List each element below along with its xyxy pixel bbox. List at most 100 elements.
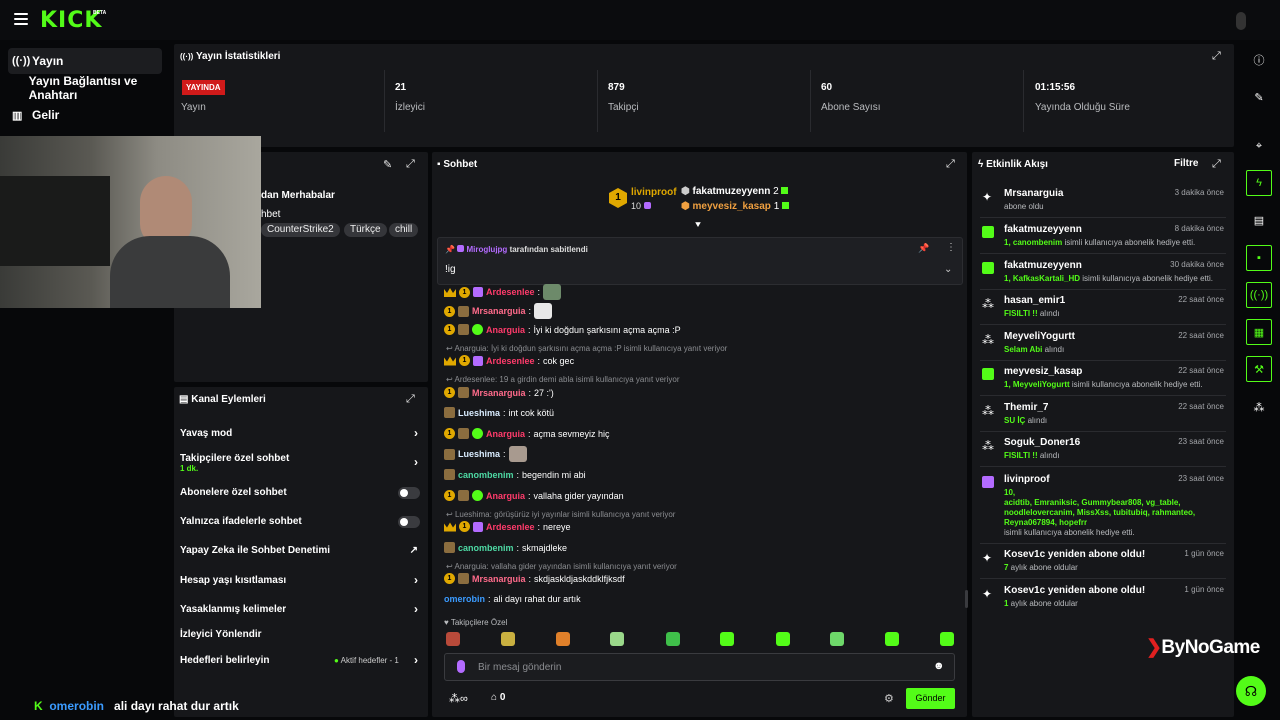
leaderboard-entry[interactable]: ⬢ meyvesiz_kasap 1: [681, 201, 790, 212]
unpin-icon[interactable]: 📌: [918, 243, 929, 254]
reply-context: ↩ Lueshima: görüşürüz iyi yayınlar isiml…: [446, 510, 676, 519]
lightning-icon[interactable]: ϟ: [1246, 170, 1272, 196]
sub-badge: [457, 245, 465, 252]
filter-button[interactable]: Filtre: [1174, 158, 1198, 169]
tag: Türkçe: [344, 223, 387, 237]
verified-badge: [472, 428, 483, 439]
stat-label: Takipçi: [608, 102, 639, 113]
sub-badge: [473, 287, 483, 297]
support-button[interactable]: ☊: [1236, 676, 1266, 706]
feed-item: ✦ Kosev1c yeniden abone oldu! 1 gün önce…: [982, 585, 1224, 608]
emote[interactable]: [666, 632, 680, 646]
emote[interactable]: [776, 632, 790, 646]
action-banned-words[interactable]: Yasaklanmış kelimeler ›: [180, 602, 422, 618]
username: omerobin: [444, 594, 486, 604]
action-follower-only[interactable]: Takipçilere özel sohbet 1 dk. ›: [180, 453, 422, 475]
sub-badge: [458, 387, 469, 398]
feed-item: livinproof 23 saat önce 10, acidtib, Emr…: [980, 474, 1226, 544]
points-icon[interactable]: ⁂: [1246, 394, 1272, 420]
chevron-down-icon[interactable]: ⌄: [944, 264, 952, 275]
wrench-icon[interactable]: ⚒: [1246, 356, 1272, 382]
rank-icon: ⬢: [681, 201, 690, 212]
chat-input-placeholder: Bir mesaj gönderin: [478, 662, 562, 673]
chat-message: canombenim: skmajdleke: [444, 542, 567, 553]
gift-icon: [782, 202, 790, 209]
nav-item-gelir[interactable]: ▥ Gelir: [8, 102, 162, 128]
emote: [534, 303, 553, 319]
expand-icon[interactable]: ⤢: [1212, 50, 1221, 63]
verified-badge: [472, 490, 483, 501]
edit-icon[interactable]: ✎: [383, 158, 392, 171]
emote-only-toggle[interactable]: [398, 516, 420, 528]
send-button[interactable]: Gönder: [906, 688, 955, 709]
sub-badge: [444, 407, 455, 418]
emote[interactable]: [830, 632, 844, 646]
gift-badge: 1: [444, 387, 455, 398]
avatar[interactable]: [1236, 12, 1246, 30]
chest-icon[interactable]: ⌂ 0: [491, 692, 505, 703]
emote[interactable]: [940, 632, 954, 646]
expand-icon[interactable]: ⤢: [946, 158, 955, 171]
expand-icon[interactable]: ⤢: [1212, 158, 1221, 171]
gift-icon: [982, 476, 994, 488]
gift-badge: 1: [444, 573, 455, 584]
panel-icon[interactable]: ▦: [1246, 319, 1272, 345]
focus-icon[interactable]: ⌖: [1246, 133, 1272, 159]
broadcast-icon[interactable]: ((·)): [1246, 282, 1272, 308]
edit-icon[interactable]: ✎: [1246, 84, 1272, 110]
chat-scrollbar[interactable]: [965, 590, 968, 608]
activity-icon: ϟ: [978, 159, 984, 170]
chat-message: 1 Mrsanarguia:: [444, 303, 553, 319]
emote[interactable]: [501, 632, 515, 646]
pin-icon: 📌: [445, 245, 455, 254]
menu-icon[interactable]: [14, 13, 28, 28]
nav-item-stream-key[interactable]: Yayın Bağlantısı ve Anahtarı: [8, 74, 162, 102]
emote[interactable]: [885, 632, 899, 646]
nav-label: Yayın: [32, 54, 64, 68]
action-ai-moderation[interactable]: Yapay Zeka ile Sohbet Denetimi ↗: [180, 545, 422, 559]
chat-message: 1 Mrsanarguia: 27 :'): [444, 387, 554, 398]
emote[interactable]: [610, 632, 624, 646]
leaderboard-entry[interactable]: ⬢ fakatmuzeyyenn 2: [681, 186, 789, 197]
rank-icon: ⬢: [681, 186, 690, 197]
expand-icon[interactable]: ⤢: [406, 158, 415, 171]
username: Mrsanarguia: [472, 306, 526, 316]
sub-only-toggle[interactable]: [398, 487, 420, 499]
action-slow-mode[interactable]: Yavaş mod ›: [180, 426, 422, 442]
emote[interactable]: [556, 632, 570, 646]
chat-message: 1 Mrsanarguia: skdjaskldjaskddklfjksdf: [444, 573, 625, 584]
gift-badge: 1: [444, 490, 455, 501]
action-goals[interactable]: Hedefleri belirleyin ● Aktif hedefler - …: [180, 653, 422, 669]
chat-input[interactable]: Bir mesaj gönderin ☻: [444, 653, 955, 681]
action-emote-only: Yalnızca ifadelerle sohbet: [180, 516, 422, 530]
actions-icon: ▤: [179, 394, 189, 405]
reply-context: ↩ Anarguia: vallaha gider yayından isiml…: [446, 562, 677, 571]
collapse-leaderboard-icon[interactable]: ⯆: [694, 220, 702, 231]
more-icon[interactable]: ⋮: [946, 242, 956, 253]
sub-badge: [458, 490, 469, 501]
emote[interactable]: [720, 632, 734, 646]
chat-icon[interactable]: ▪: [1246, 245, 1272, 271]
points-icon[interactable]: ⁂∞: [449, 692, 468, 705]
action-raid[interactable]: İzleyici Yönlendir: [180, 629, 422, 643]
leaderboard-top-name[interactable]: livinproof: [631, 187, 677, 198]
emote[interactable]: [446, 632, 460, 646]
nav-label: Yayın Bağlantısı ve Anahtarı: [28, 74, 138, 102]
stat-label: Abone Sayısı: [821, 102, 881, 113]
stat-value: 60: [821, 82, 833, 93]
chat-message: Lueshima: int cok kötü: [444, 407, 554, 418]
mic-icon[interactable]: [457, 660, 465, 673]
stats-panel: [174, 44, 1234, 147]
settings-icon[interactable]: ⚙: [884, 692, 894, 705]
chevron-right-icon: ›: [414, 426, 418, 440]
emoji-icon[interactable]: ☻: [933, 660, 945, 672]
nav-item-yayin[interactable]: ((·)) Yayın: [8, 48, 162, 74]
expand-icon[interactable]: ⤢: [406, 393, 415, 406]
live-badge: YAYINDA: [182, 80, 225, 95]
chevron-right-icon: ›: [414, 653, 418, 667]
feed-item: ⁂ Soguk_Doner16 23 saat önce FISILTI !! …: [980, 437, 1226, 467]
document-icon[interactable]: ▤: [1246, 207, 1272, 233]
points-icon: ⁂: [982, 404, 994, 418]
action-account-age[interactable]: Hesap yaşı kısıtlaması ›: [180, 573, 422, 589]
info-icon[interactable]: ⓘ: [1246, 47, 1272, 73]
